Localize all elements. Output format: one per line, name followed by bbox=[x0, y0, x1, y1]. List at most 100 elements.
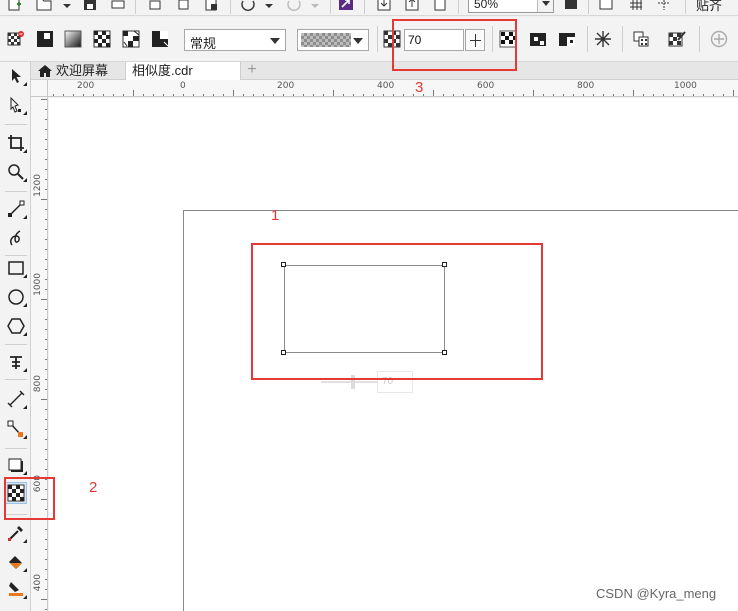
apply-outline-transparency-icon[interactable] bbox=[529, 30, 547, 48]
smart-fill-tool[interactable] bbox=[5, 578, 27, 600]
ruler-tick bbox=[593, 94, 594, 96]
new-document-icon[interactable] bbox=[6, 0, 22, 11]
ruler-tick bbox=[563, 94, 564, 96]
show-guidelines-icon[interactable] bbox=[656, 0, 672, 11]
ruler-tick bbox=[41, 499, 47, 500]
vertical-ruler[interactable]: 1200 1000 800 600 400 bbox=[31, 97, 48, 611]
ruler-tick bbox=[603, 94, 604, 96]
search-content-icon[interactable] bbox=[338, 0, 354, 11]
bitmap-pattern-transparency-icon[interactable] bbox=[122, 30, 140, 48]
ruler-tick bbox=[103, 94, 104, 96]
edit-transparency-icon[interactable] bbox=[668, 30, 686, 48]
freehand-tool[interactable] bbox=[5, 198, 27, 220]
ruler-tick bbox=[323, 94, 324, 96]
zoom-tool[interactable] bbox=[5, 161, 27, 183]
two-color-pattern-transparency-icon[interactable] bbox=[151, 30, 169, 48]
tab-welcome-screen[interactable]: 欢迎屏幕 bbox=[33, 62, 123, 80]
publish-pdf-icon[interactable] bbox=[432, 0, 448, 11]
freeze-transparency-icon[interactable] bbox=[594, 30, 612, 48]
ruler-tick bbox=[63, 94, 64, 96]
show-grid-icon[interactable] bbox=[628, 0, 644, 11]
document-page[interactable] bbox=[183, 210, 738, 611]
save-icon[interactable] bbox=[82, 0, 98, 11]
ruler-tick bbox=[283, 94, 284, 96]
transparency-slider-button[interactable] bbox=[465, 29, 485, 51]
ruler-tick bbox=[613, 94, 614, 96]
slider-value: 70 bbox=[377, 371, 413, 393]
import-icon[interactable] bbox=[376, 0, 392, 11]
apply-fill-transparency-icon[interactable] bbox=[499, 30, 517, 48]
full-screen-icon[interactable] bbox=[563, 0, 579, 11]
ruler-tick bbox=[45, 349, 47, 350]
transparency-tool[interactable] bbox=[5, 482, 27, 504]
transparency-picker[interactable] bbox=[297, 29, 369, 51]
ruler-tick bbox=[163, 94, 164, 96]
drawing-canvas[interactable]: 70 bbox=[49, 98, 738, 611]
interactive-transparency-slider[interactable]: 70 bbox=[321, 371, 413, 393]
tab-document-file[interactable]: 相似度.cdr bbox=[125, 62, 241, 81]
polygon-tool[interactable] bbox=[5, 315, 27, 337]
selected-rectangle[interactable] bbox=[284, 265, 445, 353]
ruler-tick bbox=[733, 90, 734, 96]
redo-icon[interactable] bbox=[286, 0, 302, 11]
ruler-tick bbox=[83, 94, 84, 96]
color-eyedropper-tool[interactable] bbox=[5, 522, 27, 544]
ruler-tick bbox=[45, 449, 47, 450]
copy-icon[interactable] bbox=[175, 0, 191, 11]
ruler-tick bbox=[183, 94, 184, 96]
copy-transparency-icon[interactable] bbox=[632, 30, 650, 48]
artistic-media-tool[interactable] bbox=[5, 227, 27, 249]
parallel-dimension-tool[interactable] bbox=[5, 388, 27, 410]
selection-handle[interactable] bbox=[442, 350, 447, 355]
undo-icon[interactable] bbox=[240, 0, 256, 11]
selection-handle[interactable] bbox=[442, 262, 447, 267]
selection-handle[interactable] bbox=[281, 350, 286, 355]
crop-tool[interactable] bbox=[5, 132, 27, 154]
snap-to-menu[interactable]: 贴齐 bbox=[696, 0, 722, 14]
open-dropdown-icon[interactable] bbox=[62, 0, 72, 11]
horizontal-ruler[interactable]: 200 0 200 400 600 800 1000 bbox=[31, 80, 738, 97]
merge-mode-select[interactable]: 常规 bbox=[184, 29, 286, 51]
uniform-transparency-icon[interactable] bbox=[36, 30, 54, 48]
transparency-value-input[interactable] bbox=[404, 29, 464, 51]
ruler-tick bbox=[45, 139, 47, 140]
open-document-icon[interactable] bbox=[36, 0, 52, 11]
print-icon[interactable] bbox=[110, 0, 126, 11]
add-tab-button[interactable]: + bbox=[241, 62, 263, 80]
quick-customize-icon[interactable] bbox=[710, 30, 728, 48]
rectangle-tool[interactable] bbox=[5, 257, 27, 279]
selection-handle[interactable] bbox=[281, 262, 286, 267]
fountain-transparency-icon[interactable] bbox=[64, 30, 82, 48]
ruler-tick bbox=[41, 399, 47, 400]
ruler-tick bbox=[45, 469, 47, 470]
ellipse-tool[interactable] bbox=[5, 286, 27, 308]
zoom-level-value: 50% bbox=[474, 0, 499, 11]
text-tool[interactable] bbox=[5, 351, 27, 373]
ruler-left-label: 400 bbox=[33, 574, 43, 592]
show-rulers-icon[interactable] bbox=[598, 0, 614, 11]
ruler-tick bbox=[45, 309, 47, 310]
apply-all-transparency-icon[interactable] bbox=[558, 30, 576, 48]
ruler-left-label: 1200 bbox=[33, 174, 43, 197]
vector-pattern-transparency-icon[interactable] bbox=[93, 30, 111, 48]
no-transparency-icon[interactable] bbox=[6, 30, 24, 48]
zoom-dropdown-icon[interactable] bbox=[537, 0, 553, 12]
slider-knob[interactable] bbox=[351, 375, 355, 389]
pick-tool[interactable] bbox=[5, 65, 27, 87]
zoom-level-select[interactable]: 50% bbox=[468, 0, 554, 13]
ruler-tick bbox=[273, 94, 274, 96]
drop-shadow-tool[interactable] bbox=[5, 454, 27, 476]
undo-dropdown-icon[interactable] bbox=[264, 0, 274, 11]
paste-icon[interactable] bbox=[203, 0, 219, 11]
connector-tool[interactable] bbox=[5, 418, 27, 440]
export-icon[interactable] bbox=[404, 0, 420, 11]
redo-dropdown-icon[interactable] bbox=[310, 0, 320, 11]
ruler-tick bbox=[463, 94, 464, 96]
interactive-fill-tool[interactable] bbox=[5, 551, 27, 573]
ruler-tick bbox=[45, 319, 47, 320]
ruler-tick bbox=[45, 149, 47, 150]
ruler-tick bbox=[363, 94, 364, 96]
ruler-origin[interactable] bbox=[31, 80, 48, 97]
cut-icon[interactable] bbox=[147, 0, 163, 11]
shape-tool[interactable] bbox=[5, 94, 27, 116]
